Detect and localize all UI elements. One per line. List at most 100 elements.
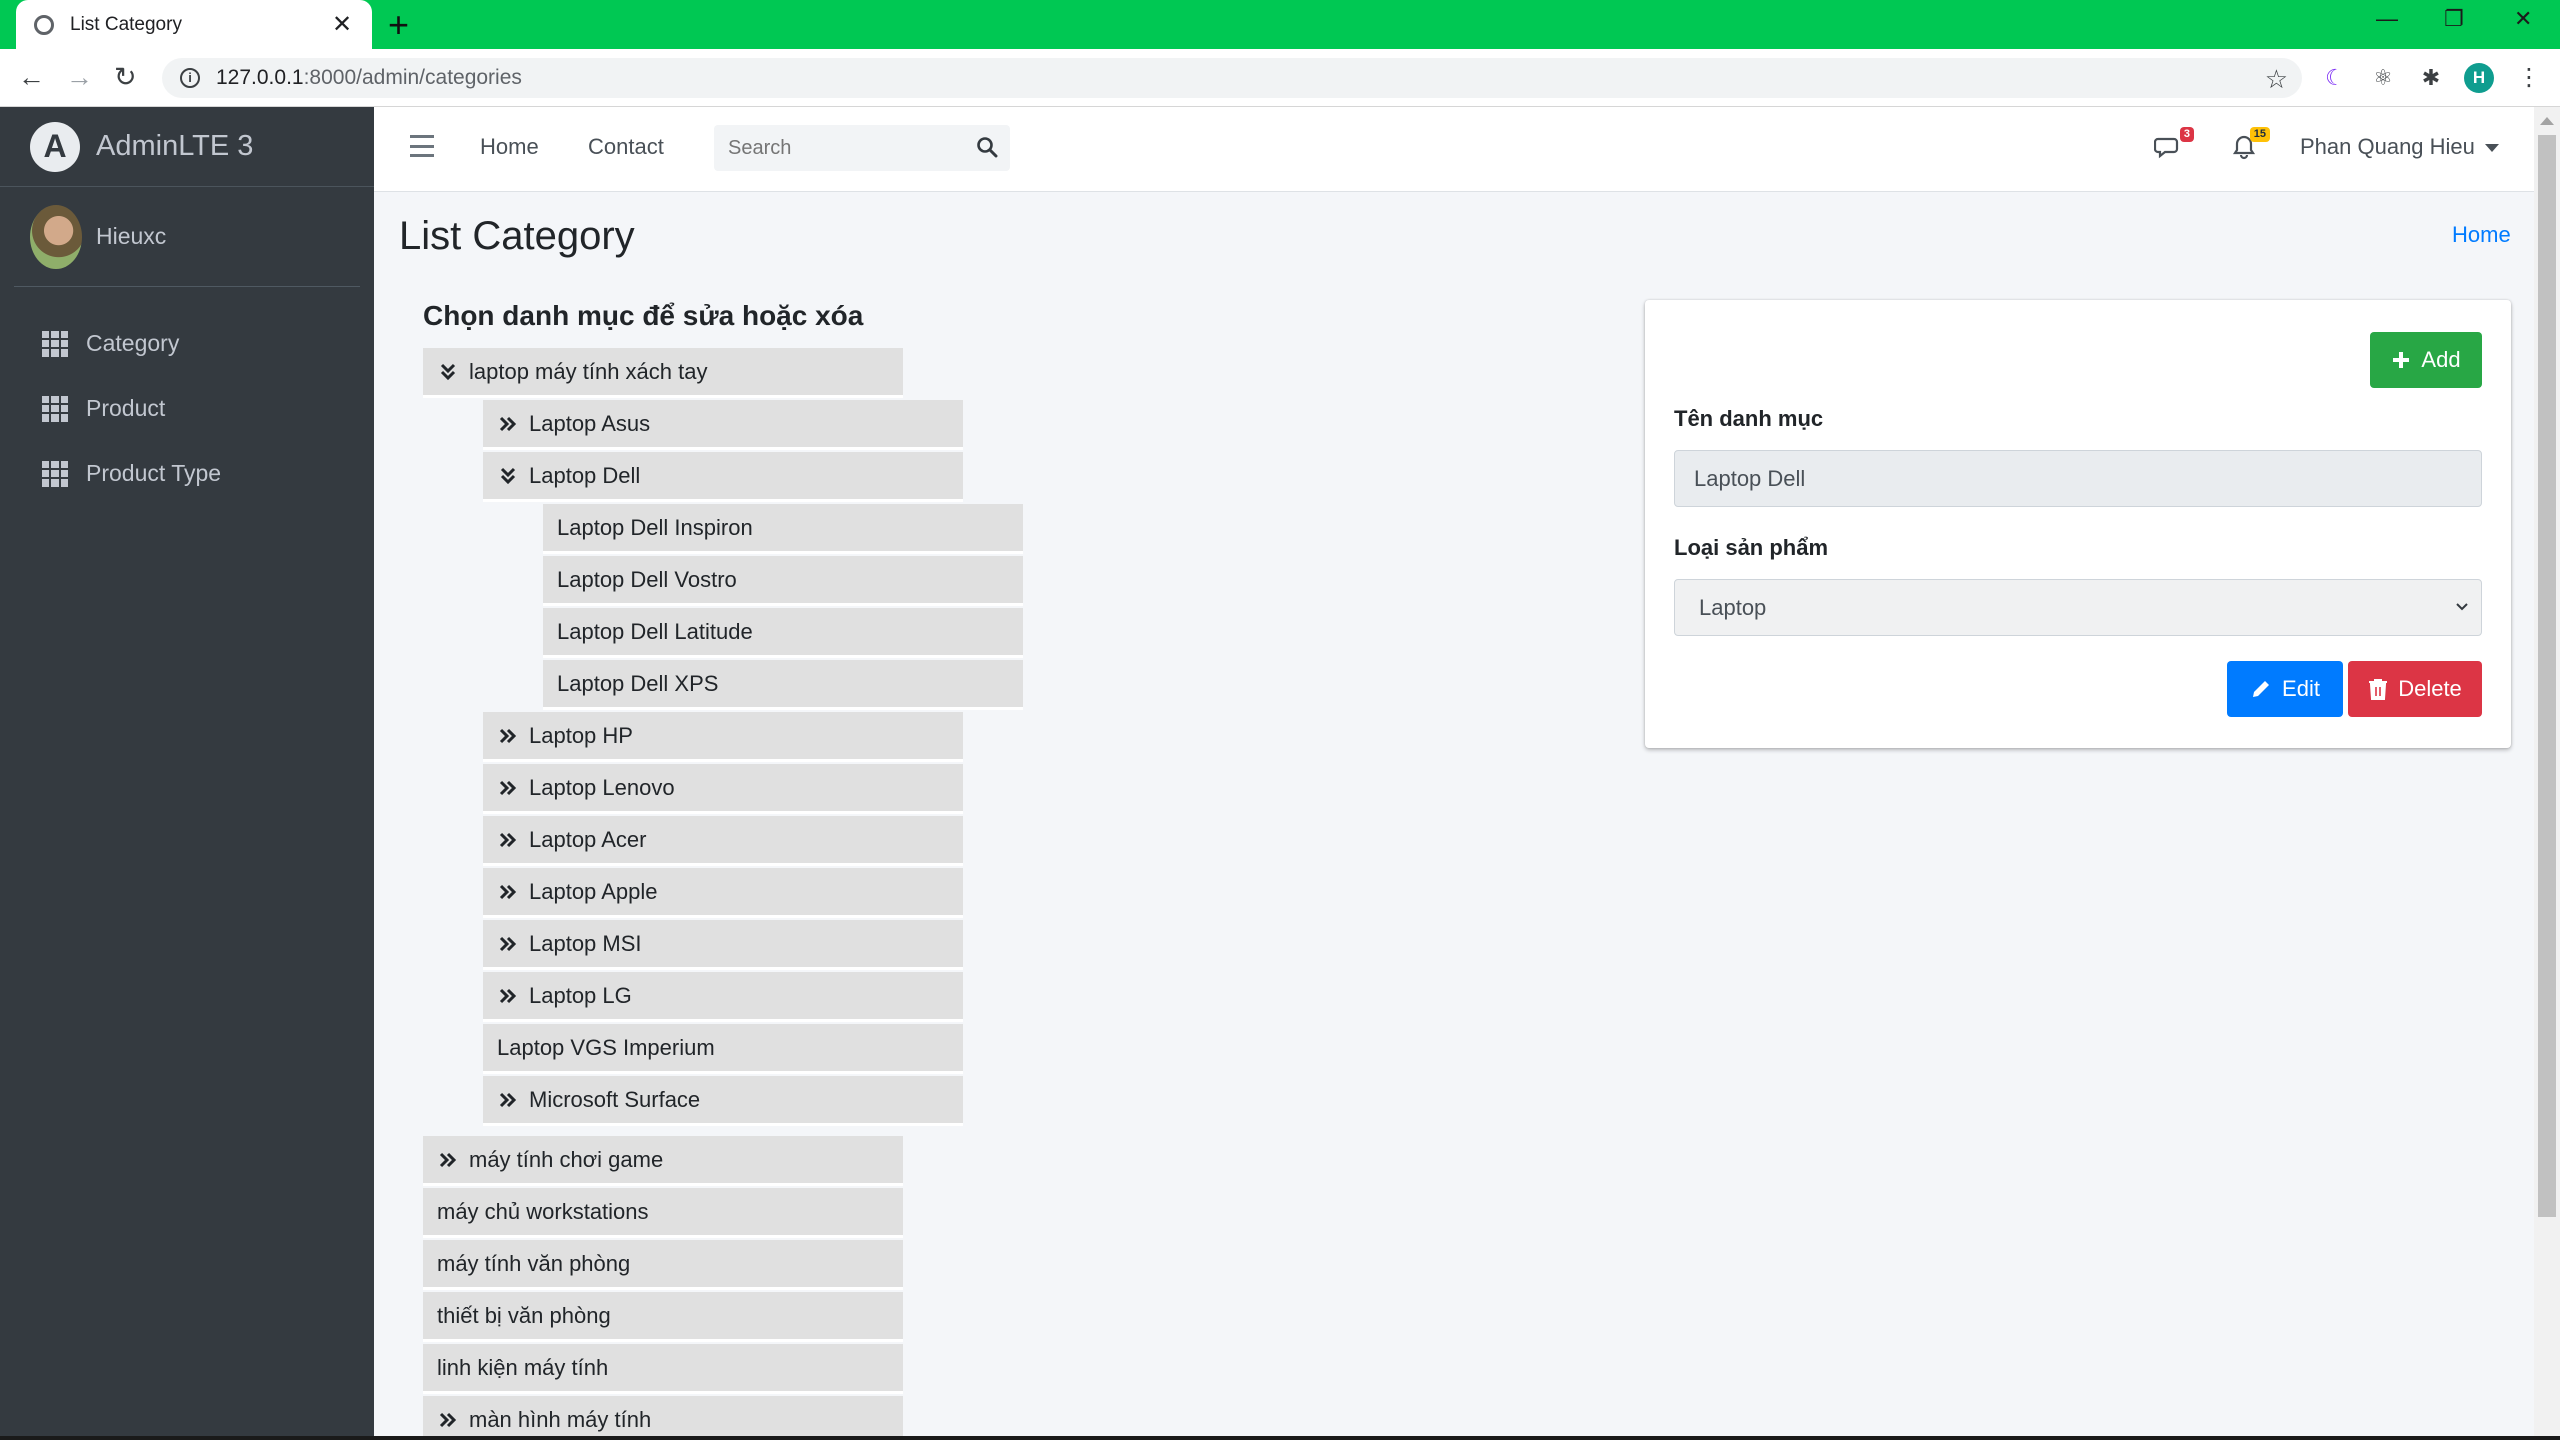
tree-item-laptop-dell-vostro[interactable]: Laptop Dell Vostro bbox=[543, 556, 1023, 606]
edit-button[interactable]: Edit bbox=[2227, 661, 2343, 717]
grid-icon bbox=[42, 330, 68, 357]
product-type-value: Laptop bbox=[1699, 594, 1767, 620]
menu-toggle-icon[interactable] bbox=[410, 135, 434, 157]
react-extension-icon[interactable]: ⚛ bbox=[2368, 63, 2398, 93]
tree-item-label: Laptop LG bbox=[529, 982, 632, 1008]
site-info-icon[interactable]: i bbox=[180, 68, 200, 88]
tree-item-laptop-acer[interactable]: Laptop Acer bbox=[483, 816, 963, 866]
brand-text: AdminLTE 3 bbox=[96, 130, 254, 162]
caret-down-icon bbox=[2484, 144, 2499, 153]
messages-badge: 3 bbox=[2179, 127, 2194, 142]
new-tab-icon[interactable]: + bbox=[388, 7, 409, 43]
restore-icon[interactable]: ❐ bbox=[2444, 6, 2464, 32]
notifications-dropdown[interactable]: 15 bbox=[2230, 127, 2270, 163]
tree-item-workstations[interactable]: máy chủ workstations bbox=[423, 1188, 903, 1238]
tree-item-laptop[interactable]: laptop máy tính xách tay bbox=[423, 348, 903, 398]
nav-link-home[interactable]: Home bbox=[480, 134, 539, 160]
tree-item-laptop-dell-xps[interactable]: Laptop Dell XPS bbox=[543, 660, 1023, 710]
bookmark-star-icon[interactable]: ☆ bbox=[2265, 64, 2288, 95]
reload-icon[interactable]: ↻ bbox=[114, 62, 137, 92]
nav-link-contact[interactable]: Contact bbox=[588, 134, 664, 160]
category-name-label: Tên danh mục bbox=[1674, 406, 1824, 431]
trash-icon bbox=[2369, 679, 2388, 700]
tree-item-office-pc[interactable]: máy tính văn phòng bbox=[423, 1240, 903, 1290]
sidebar-user-name[interactable]: Hieuxc bbox=[96, 223, 166, 250]
chevron-double-right-icon bbox=[499, 884, 517, 899]
browser-tab-strip: List Category ✕ + — ❐ ✕ bbox=[0, 0, 2560, 49]
tree-item-microsoft-surface[interactable]: Microsoft Surface bbox=[483, 1076, 963, 1126]
sidebar-item-category[interactable]: Category bbox=[0, 311, 374, 376]
extensions-puzzle-icon[interactable]: ✱ bbox=[2416, 63, 2446, 93]
tree-item-laptop-dell[interactable]: Laptop Dell bbox=[483, 452, 963, 502]
back-icon[interactable]: ← bbox=[18, 62, 45, 92]
avatar bbox=[30, 204, 82, 269]
tree-item-laptop-vgs-imperium[interactable]: Laptop VGS Imperium bbox=[483, 1024, 963, 1074]
tree-item-label: Laptop MSI bbox=[529, 930, 642, 956]
tree-item-gaming-pc[interactable]: máy tính chơi game bbox=[423, 1136, 903, 1186]
url-path: :8000/admin/categories bbox=[303, 66, 522, 89]
pencil-icon bbox=[2253, 681, 2270, 697]
tree-item-laptop-dell-latitude[interactable]: Laptop Dell Latitude bbox=[543, 608, 1023, 658]
tree-item-monitors[interactable]: màn hình máy tính bbox=[423, 1396, 903, 1440]
tree-item-label: máy chủ workstations bbox=[437, 1198, 649, 1224]
tree-item-laptop-lenovo[interactable]: Laptop Lenovo bbox=[483, 764, 963, 814]
profile-avatar[interactable]: H bbox=[2464, 63, 2494, 93]
comments-icon bbox=[2153, 137, 2179, 159]
chevron-double-right-icon bbox=[499, 832, 517, 847]
user-dropdown[interactable]: Phan Quang Hieu bbox=[2300, 134, 2499, 160]
bottom-edge bbox=[0, 1436, 2560, 1440]
tree-item-label: máy tính chơi game bbox=[469, 1146, 664, 1172]
tab-title: List Category bbox=[70, 13, 182, 35]
tree-item-label: Laptop Dell Vostro bbox=[557, 566, 737, 592]
tree-item-laptop-msi[interactable]: Laptop MSI bbox=[483, 920, 963, 970]
address-bar[interactable]: i 127.0.0.1:8000/admin/categories ☆ bbox=[162, 58, 2302, 98]
add-button-label: Add bbox=[2421, 347, 2461, 372]
sidebar-item-product[interactable]: Product bbox=[0, 376, 374, 441]
forward-icon[interactable]: → bbox=[66, 62, 93, 92]
tree-item-label: linh kiện máy tính bbox=[437, 1354, 609, 1380]
tree-item-office-equipment[interactable]: thiết bị văn phòng bbox=[423, 1292, 903, 1342]
browser-toolbar: ← → ↻ i 127.0.0.1:8000/admin/categories … bbox=[0, 49, 2560, 107]
page-scrollbar[interactable] bbox=[2534, 107, 2560, 1440]
tree-item-label: Laptop Lenovo bbox=[529, 774, 675, 800]
scroll-thumb[interactable] bbox=[2538, 135, 2556, 1217]
tree-item-laptop-asus[interactable]: Laptop Asus bbox=[483, 400, 963, 450]
messages-dropdown[interactable]: 3 bbox=[2153, 127, 2194, 163]
breadcrumb-home-link[interactable]: Home bbox=[2452, 222, 2511, 248]
sidebar-item-label: Product bbox=[86, 395, 166, 421]
sidebar-nav: Category Product Product Type bbox=[0, 287, 374, 506]
sidebar: A AdminLTE 3 Hieuxc Category Product Pro… bbox=[0, 107, 374, 1440]
close-tab-icon[interactable]: ✕ bbox=[330, 10, 354, 39]
top-navbar: Home Contact 3 15 Phan Quang Hieu bbox=[374, 107, 2534, 192]
add-button[interactable]: Add bbox=[2370, 332, 2482, 388]
tree-item-laptop-hp[interactable]: Laptop HP bbox=[483, 712, 963, 762]
window-close-icon[interactable]: ✕ bbox=[2514, 6, 2532, 32]
edit-button-label: Edit bbox=[2282, 676, 2320, 701]
product-type-select[interactable]: Laptop bbox=[1674, 579, 2482, 636]
tree-item-label: Microsoft Surface bbox=[529, 1086, 701, 1112]
tree-item-label: Laptop Dell XPS bbox=[557, 670, 719, 696]
delete-button[interactable]: Delete bbox=[2348, 661, 2482, 717]
chevron-double-down-icon bbox=[440, 363, 456, 380]
tree-item-laptop-apple[interactable]: Laptop Apple bbox=[483, 868, 963, 918]
tree-item-laptop-lg[interactable]: Laptop LG bbox=[483, 972, 963, 1022]
chevron-double-down-icon bbox=[500, 467, 516, 484]
search-input[interactable] bbox=[714, 125, 954, 171]
scroll-up-arrow-icon[interactable] bbox=[2540, 117, 2554, 125]
tree-item-laptop-dell-inspiron[interactable]: Laptop Dell Inspiron bbox=[543, 504, 1023, 554]
sidebar-item-product-type[interactable]: Product Type bbox=[0, 441, 374, 506]
browser-menu-icon[interactable]: ⋮ bbox=[2514, 63, 2544, 93]
dark-mode-extension-icon[interactable]: ☾ bbox=[2320, 63, 2350, 93]
tree-item-label: máy tính văn phòng bbox=[437, 1250, 631, 1276]
tree-item-label: Laptop VGS Imperium bbox=[497, 1034, 715, 1060]
category-name-value: Laptop Dell bbox=[1694, 465, 1806, 491]
category-name-input[interactable]: Laptop Dell bbox=[1674, 450, 2482, 507]
tree-item-label: thiết bị văn phòng bbox=[437, 1302, 611, 1328]
brand-link[interactable]: A AdminLTE 3 bbox=[0, 107, 374, 187]
browser-tab[interactable]: List Category ✕ bbox=[16, 0, 372, 49]
minimize-icon[interactable]: — bbox=[2376, 6, 2398, 32]
user-panel[interactable]: Hieuxc bbox=[14, 187, 360, 287]
search-icon[interactable] bbox=[976, 136, 998, 158]
tree-item-pc-components[interactable]: linh kiện máy tính bbox=[423, 1344, 903, 1394]
page-title: List Category bbox=[399, 214, 635, 258]
